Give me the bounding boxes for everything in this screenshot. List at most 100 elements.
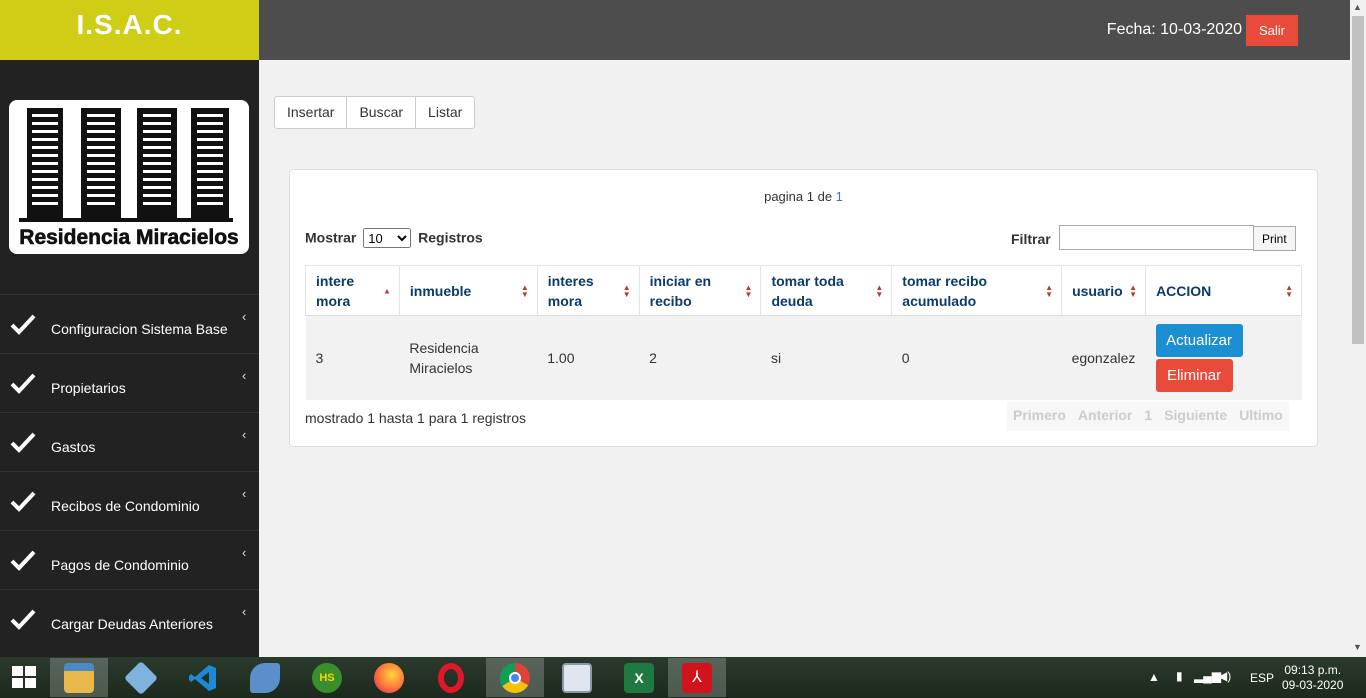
network-icon[interactable]: ▂▄▆: [1194, 669, 1221, 698]
sidebar-item-propietarios[interactable]: Propietarios ‹: [0, 353, 259, 412]
sidebar-item-pagos[interactable]: Pagos de Condominio ‹: [0, 530, 259, 589]
page-length-select[interactable]: 10: [363, 228, 412, 248]
action-toolbar: Insertar Buscar Listar: [274, 96, 476, 129]
system-clock[interactable]: 09:13 p.m. 09-03-2020: [1282, 663, 1343, 693]
sidebar-item-label: Recibos de Condominio: [51, 498, 200, 514]
insertar-button[interactable]: Insertar: [274, 96, 348, 129]
checkmark-icon: [10, 373, 36, 394]
acrobat-icon[interactable]: ⅄: [668, 658, 726, 697]
header-line: ACCION: [1156, 282, 1212, 299]
sidebar-item-label: Configuracion Sistema Base: [51, 321, 228, 337]
checkmark-icon: [10, 609, 36, 630]
dolphin-icon[interactable]: [236, 658, 294, 697]
cell-intere-mora: 3: [305, 315, 400, 400]
brand-title[interactable]: I.S.A.C.: [0, 0, 259, 60]
page-length-control: Mostrar 10 Registros: [305, 228, 483, 248]
listar-button[interactable]: Listar: [415, 96, 476, 129]
cell-tomar-deuda: si: [760, 315, 892, 400]
header-line: interes: [547, 272, 594, 289]
filtrar-label: Filtrar: [1011, 231, 1051, 247]
column-header-iniciar-recibo[interactable]: iniciar en recibo ▲ ▼: [638, 265, 762, 316]
start-icon[interactable]: [0, 657, 48, 698]
eliminar-button[interactable]: Eliminar: [1155, 358, 1233, 392]
header-line: recibo: [649, 292, 692, 309]
file-explorer-icon[interactable]: [50, 658, 108, 697]
header-line: tomar toda: [771, 272, 844, 289]
chevron-left-icon: ‹: [242, 545, 247, 560]
monitor-icon[interactable]: [548, 658, 606, 697]
filter-input[interactable]: [1059, 225, 1254, 250]
header-line: deuda: [771, 292, 813, 309]
column-header-accion[interactable]: ACCION ▲ ▼: [1145, 265, 1302, 316]
scroll-up-icon[interactable]: ▲: [1353, 2, 1362, 12]
cell-text: Miracielos: [409, 359, 473, 376]
scroll-down-icon[interactable]: ▼: [1353, 642, 1362, 652]
pager-prev-button[interactable]: Anterior: [1072, 402, 1138, 431]
header-line: tomar recibo: [902, 272, 988, 289]
cell-interes-mora: 1.00: [537, 315, 640, 400]
current-date: Fecha: 10-03-2020: [1106, 21, 1242, 38]
column-header-usuario[interactable]: usuario ▲ ▼: [1061, 265, 1147, 316]
buscar-button[interactable]: Buscar: [346, 96, 417, 129]
cell-iniciar-recibo: 2: [639, 315, 761, 400]
excel-icon[interactable]: X: [610, 658, 668, 697]
column-header-tomar-deuda[interactable]: tomar toda deuda ▲ ▼: [760, 265, 893, 316]
scrollbar-thumb[interactable]: [1352, 16, 1364, 344]
sort-both-icon: ▲ ▼: [744, 282, 753, 299]
registros-label: Registros: [418, 229, 483, 246]
sidebar-item-label: Cargar Deudas Anteriores: [51, 616, 213, 632]
sidebar-item-label: Propietarios: [51, 380, 126, 396]
sidebar-item-deudas[interactable]: Cargar Deudas Anteriores ‹: [0, 589, 259, 648]
show-hidden-icons[interactable]: ▲: [1148, 670, 1160, 698]
column-header-tomar-recibo[interactable]: tomar recibo acumulado ▲ ▼: [891, 265, 1063, 316]
mostrar-label: Mostrar: [305, 229, 357, 246]
cell-tomar-recibo: 0: [891, 315, 1062, 400]
pager-last-button[interactable]: Ultimo: [1233, 402, 1289, 431]
checkmark-icon: [10, 314, 36, 335]
sort-both-icon: ▲ ▼: [1129, 282, 1138, 299]
heidisql-icon[interactable]: HS: [298, 658, 356, 697]
header-line: intere: [316, 272, 355, 289]
pager-next-button[interactable]: Siguiente: [1158, 402, 1233, 431]
header-line: acumulado: [902, 292, 977, 309]
windows-taskbar: HS X ⅄ ▲ ▮ ▂▄▆ ◀) ESP 09:13 p.m. 09-03-2…: [0, 657, 1366, 698]
sidebar-item-recibos[interactable]: Recibos de Condominio ‹: [0, 471, 259, 530]
checkmark-icon: [10, 432, 36, 453]
actualizar-button[interactable]: Actualizar: [1155, 323, 1243, 357]
opera-icon[interactable]: [422, 658, 480, 697]
pagination: Primero Anterior 1 Siguiente Ultimo: [1007, 402, 1289, 431]
header-line: usuario: [1072, 282, 1123, 299]
volume-icon[interactable]: ◀): [1218, 669, 1231, 698]
sidebar: I.S.A.C. Residencia Miracielos Configura…: [0, 0, 259, 657]
residence-logo: Residencia Miracielos: [9, 100, 249, 254]
vscode-icon[interactable]: [174, 658, 232, 697]
firefox-icon[interactable]: [360, 658, 418, 697]
battery-icon[interactable]: ▮: [1176, 669, 1183, 698]
column-header-intere-mora[interactable]: intere mora ▲: [305, 265, 400, 316]
chevron-left-icon: ‹: [242, 486, 247, 501]
virtualbox-icon[interactable]: [112, 658, 170, 697]
column-header-inmueble[interactable]: inmueble ▲ ▼: [398, 265, 538, 316]
sort-both-icon: ▲ ▼: [1045, 282, 1054, 299]
cell-accion: Actualizar Eliminar: [1145, 315, 1302, 400]
page-total-link[interactable]: 1: [836, 189, 843, 204]
header-line: iniciar en: [649, 272, 712, 289]
vertical-scrollbar[interactable]: ▲ ▼: [1350, 0, 1366, 657]
clock-date: 09-03-2020: [1282, 678, 1344, 692]
records-table: intere mora ▲ inmueble ▲ ▼ interes mora ▲ ▼ ini…: [305, 265, 1302, 400]
sidebar-item-gastos[interactable]: Gastos ‹: [0, 412, 259, 471]
sort-both-icon: ▲ ▼: [875, 282, 884, 299]
sort-asc-icon: ▲: [382, 286, 391, 295]
print-button[interactable]: Print: [1253, 226, 1296, 251]
cell-usuario: egonzalez: [1061, 315, 1146, 400]
logout-button[interactable]: Salir: [1246, 15, 1298, 46]
pager-page-1[interactable]: 1: [1138, 402, 1158, 431]
language-indicator[interactable]: ESP: [1250, 671, 1274, 698]
sidebar-item-configuracion[interactable]: Configuracion Sistema Base ‹: [0, 294, 259, 353]
pager-first-button[interactable]: Primero: [1007, 402, 1072, 431]
sort-both-icon: ▲ ▼: [1285, 282, 1293, 299]
chrome-icon[interactable]: [486, 658, 544, 697]
chevron-left-icon: ‹: [242, 368, 247, 383]
column-header-interes-mora[interactable]: interes mora ▲ ▼: [536, 265, 640, 316]
table-header-row: intere mora ▲ inmueble ▲ ▼ interes mora ▲ ▼ ini…: [305, 265, 1302, 316]
